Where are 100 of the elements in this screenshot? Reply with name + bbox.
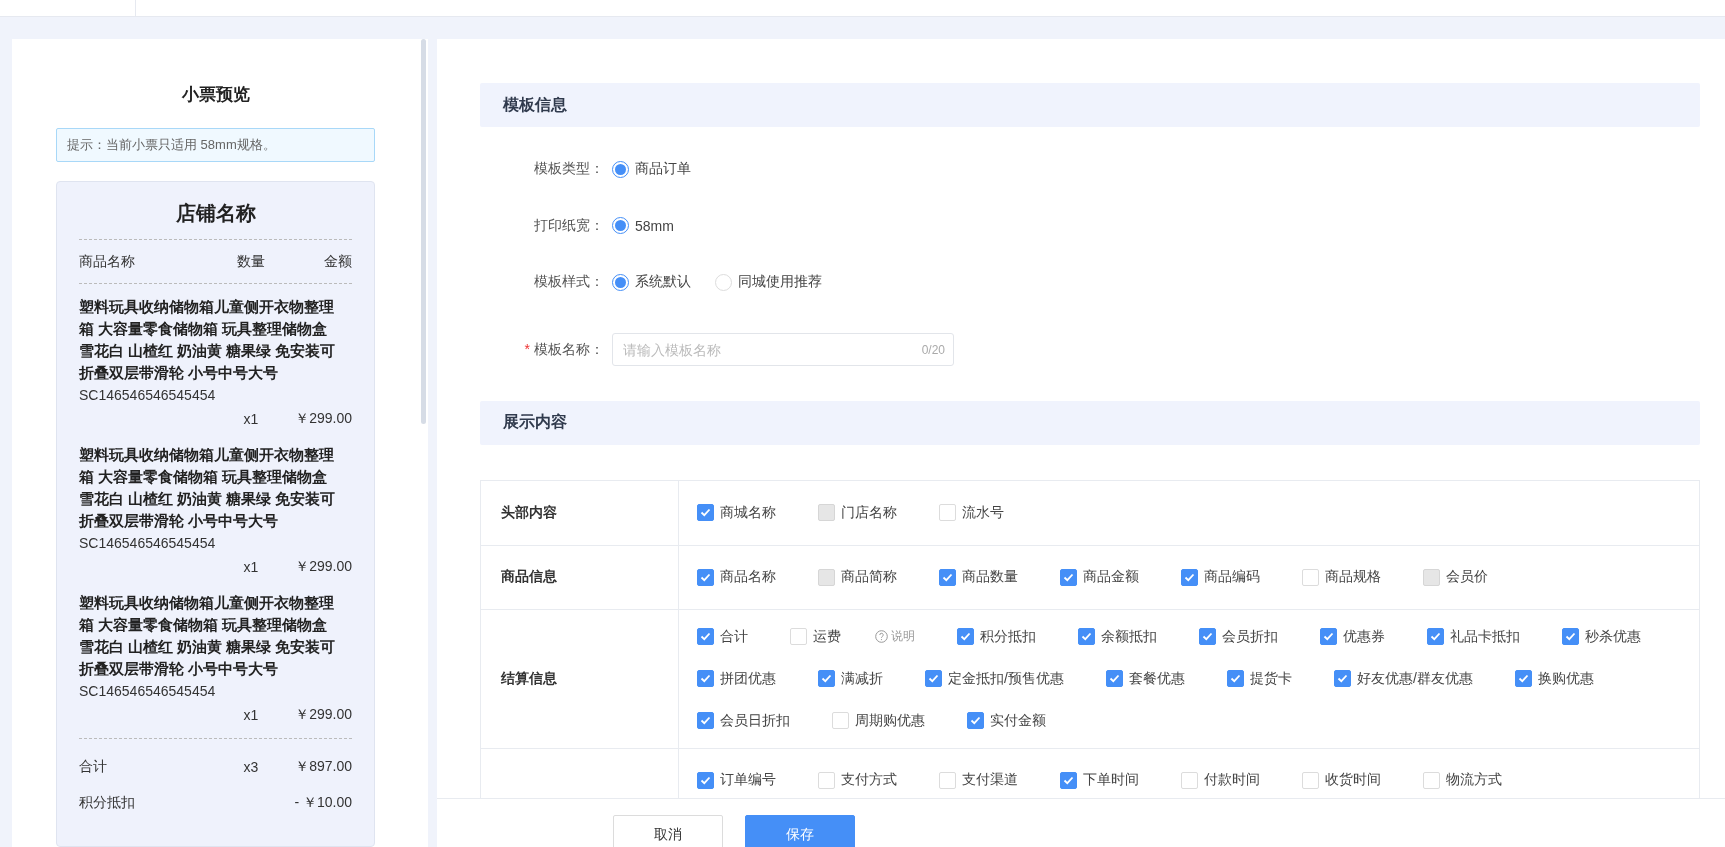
- required-mark: *: [524, 340, 530, 357]
- section-title: 展示内容: [503, 412, 567, 432]
- product-name-line: 箱 大容量零食储物箱 玩具整理储物盒: [79, 320, 329, 339]
- section-title: 模板信息: [503, 94, 567, 115]
- check-icon: [942, 572, 953, 582]
- column-header: 商品名称: [79, 252, 136, 271]
- checkbox-option[interactable]: 流水号: [939, 503, 1004, 522]
- checkbox-option[interactable]: 付款时间: [1181, 771, 1260, 789]
- checkbox-option[interactable]: 商品金额: [1060, 568, 1139, 586]
- checkbox-option[interactable]: 商品规格: [1302, 568, 1381, 586]
- check-icon: [1517, 674, 1529, 683]
- check-icon: [700, 508, 711, 517]
- checkbox-option[interactable]: 订单编号: [697, 771, 776, 789]
- product-name-line: 折叠双层带滑轮 小号中号大号: [79, 660, 280, 679]
- check-icon: [821, 674, 832, 683]
- checkbox-option[interactable]: 商品数量: [939, 568, 1018, 586]
- preview-title: 小票预览: [180, 84, 251, 106]
- checkbox-option[interactable]: 满减折: [818, 669, 883, 688]
- field-label: 模板样式：: [534, 273, 604, 290]
- check-icon: [1081, 632, 1092, 641]
- product-name-line: 箱 大容量零食储物箱 玩具整理储物盒: [79, 616, 329, 635]
- checkbox-option[interactable]: 提货卡: [1226, 669, 1292, 688]
- checkbox-option[interactable]: 合计: [697, 627, 748, 646]
- amount: ￥897.00: [294, 758, 352, 776]
- checkbox-option[interactable]: 支付方式: [818, 771, 897, 789]
- checkbox-option[interactable]: 运费: [790, 627, 841, 646]
- checkbox-option[interactable]: 物流方式: [1423, 771, 1502, 789]
- product-name-line: 雪花白 山楂红 奶油黄 糖果绿 免安装可: [79, 342, 337, 361]
- checkbox-option[interactable]: 换购优惠: [1514, 669, 1594, 688]
- quantity: x1: [242, 707, 260, 723]
- tip-banner: 提示：当前小票只适用 58mm规格。: [56, 128, 375, 162]
- check-icon: [960, 632, 971, 641]
- check-icon: [970, 716, 981, 725]
- radio-option[interactable]: 系统默认: [612, 273, 691, 292]
- check-icon: [1184, 572, 1195, 582]
- field-label: 打印纸宽：: [534, 216, 604, 233]
- checkbox-option[interactable]: 会员日折扣: [697, 711, 790, 730]
- column-header: 金额: [323, 252, 352, 271]
- checkbox-option[interactable]: 支付渠道: [939, 771, 1018, 789]
- check-icon: [1108, 674, 1120, 683]
- cancel-button[interactable]: 取消: [613, 815, 723, 847]
- checkbox-option[interactable]: 套餐优惠: [1105, 669, 1185, 688]
- amount: ￥299.00: [294, 558, 352, 576]
- help-icon[interactable]: [875, 630, 888, 643]
- checkbox-option[interactable]: 商城名称: [697, 503, 776, 522]
- row-label: 结算信息: [501, 669, 557, 688]
- product-code: SC146546546545454: [79, 386, 217, 405]
- scrollbar-thumb[interactable]: [421, 39, 426, 424]
- checkbox-option[interactable]: 周期购优惠: [832, 711, 925, 730]
- checkbox-option[interactable]: 商品名称: [697, 568, 776, 586]
- row-label: 商品信息: [501, 568, 557, 586]
- store-name: 店铺名称: [79, 200, 352, 240]
- checkbox-option[interactable]: 积分抵扣: [957, 627, 1036, 646]
- check-icon: [1063, 572, 1074, 582]
- quantity: x1: [242, 411, 260, 427]
- product-name-line: 塑料玩具收纳储物箱儿童侧开衣物整理: [79, 446, 335, 465]
- check-icon: [700, 632, 711, 641]
- field-label: 模板类型：: [534, 160, 604, 177]
- checkbox-option[interactable]: 拼团优惠: [697, 669, 776, 688]
- row-label: 头部内容: [501, 503, 557, 522]
- amount: ￥299.00: [294, 410, 352, 428]
- checkbox-option[interactable]: 收货时间: [1302, 771, 1381, 789]
- product-name-line: 雪花白 山楂红 奶油黄 糖果绿 免安装可: [79, 638, 337, 657]
- check-icon: [1063, 775, 1074, 785]
- checkbox-option[interactable]: 优惠券: [1320, 627, 1385, 646]
- check-icon: [928, 674, 939, 683]
- checkbox-option[interactable]: 礼品卡抵扣: [1427, 627, 1520, 646]
- checkbox-option[interactable]: 余额抵扣: [1078, 627, 1157, 646]
- checkbox-option[interactable]: 会员折扣: [1199, 627, 1278, 646]
- checkbox-option[interactable]: 商品编码: [1181, 568, 1260, 586]
- quantity: x1: [242, 559, 260, 575]
- radio-option[interactable]: 同城使用推荐: [715, 273, 822, 292]
- radio-option[interactable]: 58mm: [612, 217, 674, 235]
- check-icon: [700, 674, 711, 683]
- product-code: SC146546546545454: [79, 534, 217, 553]
- summary-label: 积分抵扣: [79, 794, 136, 812]
- check-icon: [1202, 632, 1213, 641]
- field-label: 模板名称：: [534, 340, 604, 357]
- summary-label: 合计: [79, 758, 108, 776]
- checkbox-option[interactable]: 秒杀优惠: [1562, 627, 1641, 646]
- checkbox-option[interactable]: 好友优惠/群友优惠: [1333, 669, 1473, 688]
- quantity: x3: [242, 759, 260, 775]
- check-icon: [700, 572, 711, 582]
- column-header: 数量: [236, 252, 266, 271]
- product-name-line: 雪花白 山楂红 奶油黄 糖果绿 免安装可: [79, 490, 337, 509]
- product-name-line: 箱 大容量零食储物箱 玩具整理储物盒: [79, 468, 329, 487]
- check-icon: [1323, 632, 1334, 641]
- checkbox-option[interactable]: 定金抵扣/预售优惠: [925, 669, 1064, 688]
- product-name-line: 塑料玩具收纳储物箱儿童侧开衣物整理: [79, 298, 335, 317]
- check-icon: [1336, 674, 1348, 683]
- product-code: SC146546546545454: [79, 682, 217, 701]
- check-icon: [1565, 632, 1576, 641]
- checkbox-option[interactable]: 实付金额: [967, 711, 1046, 730]
- amount: ￥299.00: [294, 706, 352, 724]
- character-count: 0/20: [921, 342, 945, 357]
- check-icon: [700, 775, 711, 785]
- radio-option[interactable]: 商品订单: [612, 160, 691, 179]
- check-icon: [1229, 674, 1241, 683]
- amount: - ￥10.00: [293, 794, 352, 812]
- checkbox-option[interactable]: 下单时间: [1060, 771, 1139, 789]
